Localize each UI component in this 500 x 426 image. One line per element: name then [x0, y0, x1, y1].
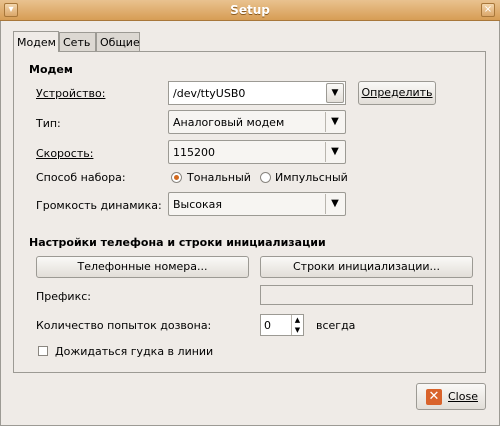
title-bar: ▾ Setup ×	[0, 0, 500, 21]
tab-modem[interactable]: Модем	[13, 31, 59, 52]
close-button[interactable]: ✕ Close	[416, 383, 486, 410]
speed-value: 115200	[173, 146, 215, 159]
spin-arrows-icon[interactable]: ▲ ▼	[291, 315, 303, 335]
dropdown-arrow-icon[interactable]: ▼	[326, 83, 344, 103]
volume-label: Громкость динамика:	[36, 199, 162, 212]
phone-numbers-button[interactable]: Телефонные номера...	[36, 256, 249, 278]
prefix-input[interactable]	[260, 285, 473, 305]
section-title-init: Настройки телефона и строки инициализаци…	[29, 236, 326, 249]
pulse-radio-label[interactable]: Импульсный	[275, 171, 348, 184]
speed-label: Скорость:	[36, 147, 93, 160]
retries-label: Количество попыток дозвона:	[36, 319, 212, 332]
retries-value: 0	[264, 319, 271, 332]
close-icon: ✕	[426, 389, 442, 405]
detect-button[interactable]: Определить	[358, 81, 436, 105]
wait-dialtone-label[interactable]: Дожидаться гудка в линии	[55, 345, 213, 358]
retries-suffix: всегда	[316, 319, 356, 332]
tone-label-text: Тональный	[187, 171, 251, 184]
retries-spinbutton[interactable]: 0 ▲ ▼	[260, 314, 304, 336]
pulse-label-text: Импульсный	[275, 171, 348, 184]
close-window-icon[interactable]: ×	[481, 3, 495, 17]
tab-network[interactable]: Сеть	[59, 32, 96, 52]
speed-label-text: Скорость:	[36, 147, 94, 160]
dropdown-arrow-icon: ▼	[325, 142, 344, 162]
device-value: /dev/ttyUSB0	[173, 87, 246, 100]
volume-select[interactable]: Высокая ▼	[168, 192, 346, 216]
tone-radio-label[interactable]: Тональный	[187, 171, 251, 184]
pulse-radio[interactable]	[260, 172, 271, 183]
device-label-text: Устройство:	[36, 87, 106, 100]
wait-dialtone-checkbox[interactable]	[38, 346, 48, 356]
tone-radio[interactable]	[171, 172, 182, 183]
speed-select[interactable]: 115200 ▼	[168, 140, 346, 164]
volume-label-text: Громкость динамика:	[36, 199, 162, 212]
close-button-label: Close	[448, 390, 478, 403]
device-combo-entry[interactable]: /dev/ttyUSB0 ▼	[168, 81, 346, 105]
init-strings-button[interactable]: Строки инициализации...	[260, 256, 473, 278]
prefix-label: Префикс:	[36, 290, 91, 303]
dialing-label: Способ набора:	[36, 171, 126, 184]
detect-button-label: Определить	[361, 86, 433, 99]
dropdown-arrow-icon: ▼	[325, 194, 344, 214]
type-label: Тип:	[36, 117, 61, 130]
section-title-modem: Модем	[29, 63, 73, 76]
type-value: Аналоговый модем	[173, 116, 285, 129]
volume-value: Высокая	[173, 198, 223, 211]
window-title: Setup	[230, 3, 270, 17]
tab-general[interactable]: Общие	[96, 32, 140, 52]
dropdown-arrow-icon: ▼	[325, 112, 344, 132]
device-label: Устройство:	[36, 87, 105, 100]
type-select[interactable]: Аналоговый модем ▼	[168, 110, 346, 134]
